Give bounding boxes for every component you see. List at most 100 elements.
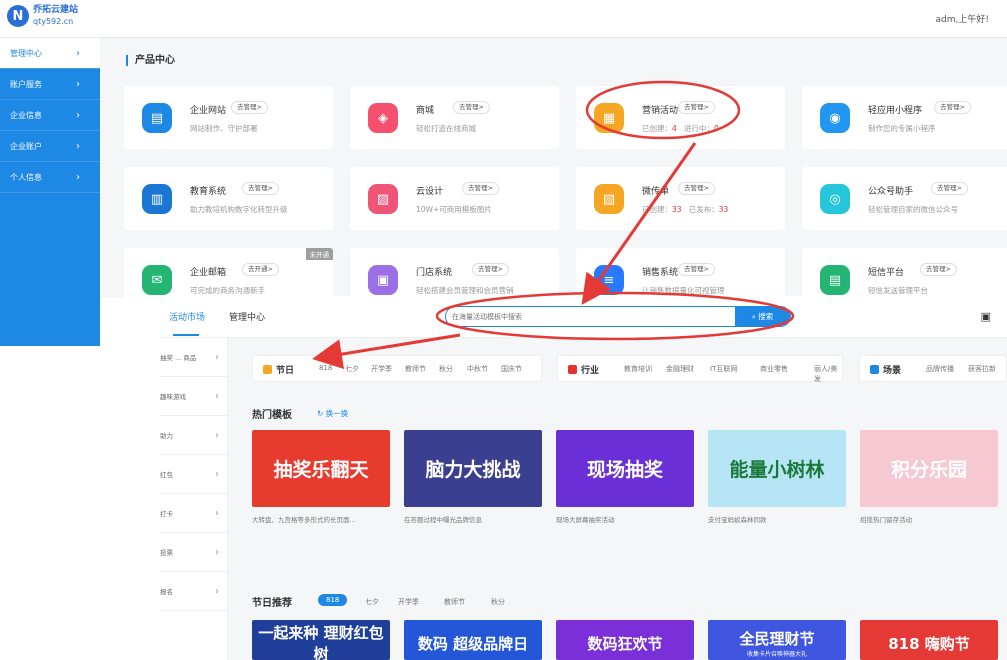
manage-button[interactable]: 去管理> — [462, 182, 499, 195]
holiday-pill[interactable]: 七夕 — [365, 597, 379, 607]
product-card[interactable]: ◉ 轻应用小程序 去管理> 制作您的专属小程序 — [802, 86, 1007, 149]
filter-option[interactable]: 国庆节 — [501, 364, 522, 374]
refresh-button[interactable]: ↻ 换一换 — [317, 408, 348, 419]
briefcase-icon[interactable]: ▣ — [981, 310, 991, 323]
manage-button[interactable]: 去管理> — [678, 263, 715, 276]
tab-activity-market[interactable]: 活动市场 — [169, 310, 205, 323]
template-card[interactable]: 积分乐园 — [860, 430, 998, 507]
manage-button[interactable]: 去管理> — [242, 182, 279, 195]
product-card[interactable]: ▨ 云设计 去管理> 10W+可商用模板图片 — [350, 167, 559, 230]
manage-button[interactable]: 去管理> — [472, 263, 509, 276]
product-card[interactable]: ▤ 企业网站 去管理> 网站制作、守护部署 — [124, 86, 333, 149]
filter-option[interactable]: 七夕 — [345, 364, 359, 374]
filter-option[interactable]: 秋分 — [439, 364, 453, 374]
template-title: 能量小树林 — [729, 459, 825, 481]
tab-management-center[interactable]: 管理中心 — [229, 310, 265, 323]
card-description: 轻松搭建会员管理和会员营销 — [416, 286, 514, 295]
template-card[interactable]: 现场抽奖 — [556, 430, 694, 507]
card-description: 让销售数据量化可视管理 — [642, 286, 725, 295]
filter-option[interactable]: 商业零售 — [760, 364, 788, 374]
manage-button[interactable]: 去管理> — [453, 101, 490, 114]
holiday-template-card[interactable]: 数码狂欢节 — [556, 620, 694, 660]
filter-option[interactable]: 教育培训 — [624, 364, 652, 374]
sidebar-item-company-info[interactable]: 企业信息 › — [0, 100, 100, 131]
product-card[interactable]: ▧ 微传单 去管理> 已创建：33 已发布：33 — [576, 167, 785, 230]
holiday-template-card[interactable]: 818 嗨购节 — [860, 620, 998, 660]
chevron-right-icon: › — [215, 429, 219, 441]
filter-option[interactable]: 品牌传播 — [926, 364, 954, 374]
category-item[interactable]: 报名 › — [160, 572, 227, 611]
template-card[interactable]: 能量小树林 — [708, 430, 846, 507]
wechat-icon: ◎ — [820, 184, 850, 214]
holiday-template-card[interactable]: 全民理财节 收集卡片召唤神器大礼 — [708, 620, 846, 660]
template-title: 脑力大挑战 — [425, 459, 521, 481]
holiday-template-card[interactable]: 一起来种 理财红包树 — [252, 620, 390, 660]
chevron-right-icon: › — [76, 109, 80, 121]
sidebar-item-account-service[interactable]: 账户服务 › — [0, 69, 100, 100]
category-item[interactable]: 趣味游戏 › — [160, 377, 227, 416]
template-title: 现场抽奖 — [586, 459, 663, 481]
logo-name: 乔拓云建站 — [33, 5, 79, 15]
sidebar-item-company-account[interactable]: 企业账户 › — [0, 131, 100, 162]
sidebar-item-personal-info[interactable]: 个人信息 › — [0, 162, 100, 193]
bag-icon: ◈ — [368, 103, 398, 133]
holiday-pill[interactable]: 秋分 — [491, 597, 505, 607]
manage-button[interactable]: 去管理> — [678, 101, 715, 114]
card-name: 云设计 — [416, 187, 444, 197]
market-category-list: 抽奖 ... 商品 › 趣味游戏 › 助力 › 红包 › 打卡 › 投票 › 报名 › — [160, 338, 228, 660]
page: N 乔拓云建站 qty592.cn adm,上午好! 管理中心 › 账户服务 › 企… — [0, 0, 1007, 660]
manage-button[interactable]: 去管理> — [920, 263, 957, 276]
book-icon: ▥ — [142, 184, 172, 214]
template-subtitle: 收集卡片召唤神器大礼 — [746, 651, 807, 658]
category-item[interactable]: 打卡 › — [160, 494, 227, 533]
product-card[interactable]: ◈ 商城 去管理> 轻松打造在线商城 — [350, 86, 559, 149]
filter-option[interactable]: 中秋节 — [467, 364, 488, 374]
search-button[interactable]: ⌕ 搜索 — [735, 307, 790, 326]
miniapp-icon: ◉ — [820, 103, 850, 133]
template-title: 818 嗨购节 — [888, 634, 970, 653]
card-name: 门店系统 — [416, 268, 453, 278]
product-card[interactable]: ▦ 营销活动 去管理> 已创建：4 进行中：0 — [576, 86, 785, 149]
search-input[interactable] — [452, 310, 732, 324]
user-greeting[interactable]: adm,上午好! — [936, 12, 989, 25]
holiday-pill[interactable]: 开学季 — [398, 597, 419, 607]
holiday-pill[interactable]: 818 — [318, 594, 348, 606]
filter-title: 行业 — [568, 363, 599, 376]
template-card[interactable]: 抽奖乐翻天 — [252, 430, 390, 507]
category-item[interactable]: 助力 › — [160, 416, 227, 455]
market-nav: 活动市场 管理中心 ⌕ 搜索 ▣ — [160, 296, 1007, 338]
product-card[interactable]: ▥ 教育系统 去管理> 助力教培机构数字化转型升级 — [124, 167, 333, 230]
filter-option[interactable]: 金融理财 — [666, 364, 694, 374]
store-icon: ▣ — [368, 265, 398, 295]
filter-group: 场景 品牌传播 获客拉新 — [859, 355, 1007, 382]
manage-button[interactable]: 去开通> — [242, 263, 279, 276]
holiday-template-card[interactable]: 数码 超级品牌日 — [404, 620, 542, 660]
filter-option[interactable]: 丽人/美发 — [814, 364, 842, 384]
sidebar-item-management[interactable]: 管理中心 › — [0, 38, 100, 69]
category-item[interactable]: 红包 › — [160, 455, 227, 494]
website-icon: ▤ — [142, 103, 172, 133]
manage-button[interactable]: 去管理> — [678, 182, 715, 195]
filter-option[interactable]: 获客拉新 — [968, 364, 996, 374]
market-main: 节日 818 七夕 开学季 教师节 秋分 中秋节 国庆节 行业 教育培训 金融理财 IT互联网 商业零售… — [228, 338, 1007, 660]
manage-button[interactable]: 去管理> — [934, 101, 971, 114]
category-item[interactable]: 抽奖 ... 商品 › — [160, 338, 227, 377]
logo-url: qty592.cn — [33, 17, 74, 26]
logo[interactable]: N 乔拓云建站 qty592.cn — [7, 5, 78, 27]
holiday-pill[interactable]: 教师节 — [444, 597, 465, 607]
filter-option[interactable]: 教师节 — [405, 364, 426, 374]
template-title: 抽奖乐翻天 — [273, 459, 369, 481]
manage-button[interactable]: 去管理> — [231, 101, 268, 114]
manage-button[interactable]: 去管理> — [931, 182, 968, 195]
holiday-recommend-title: 节日推荐 — [252, 598, 292, 609]
template-card[interactable]: 脑力大挑战 — [404, 430, 542, 507]
category-item[interactable]: 投票 › — [160, 533, 227, 572]
chevron-right-icon: › — [76, 47, 80, 59]
filter-option[interactable]: IT互联网 — [710, 364, 737, 374]
card-description: 网站制作、守护部署 — [190, 124, 258, 133]
filter-icon — [263, 365, 272, 374]
filter-option[interactable]: 818 — [319, 364, 332, 372]
list-icon: ≡ — [594, 265, 624, 295]
product-card[interactable]: ◎ 公众号助手 去管理> 轻松管理自家的微信公众号 — [802, 167, 1007, 230]
filter-option[interactable]: 开学季 — [371, 364, 392, 374]
